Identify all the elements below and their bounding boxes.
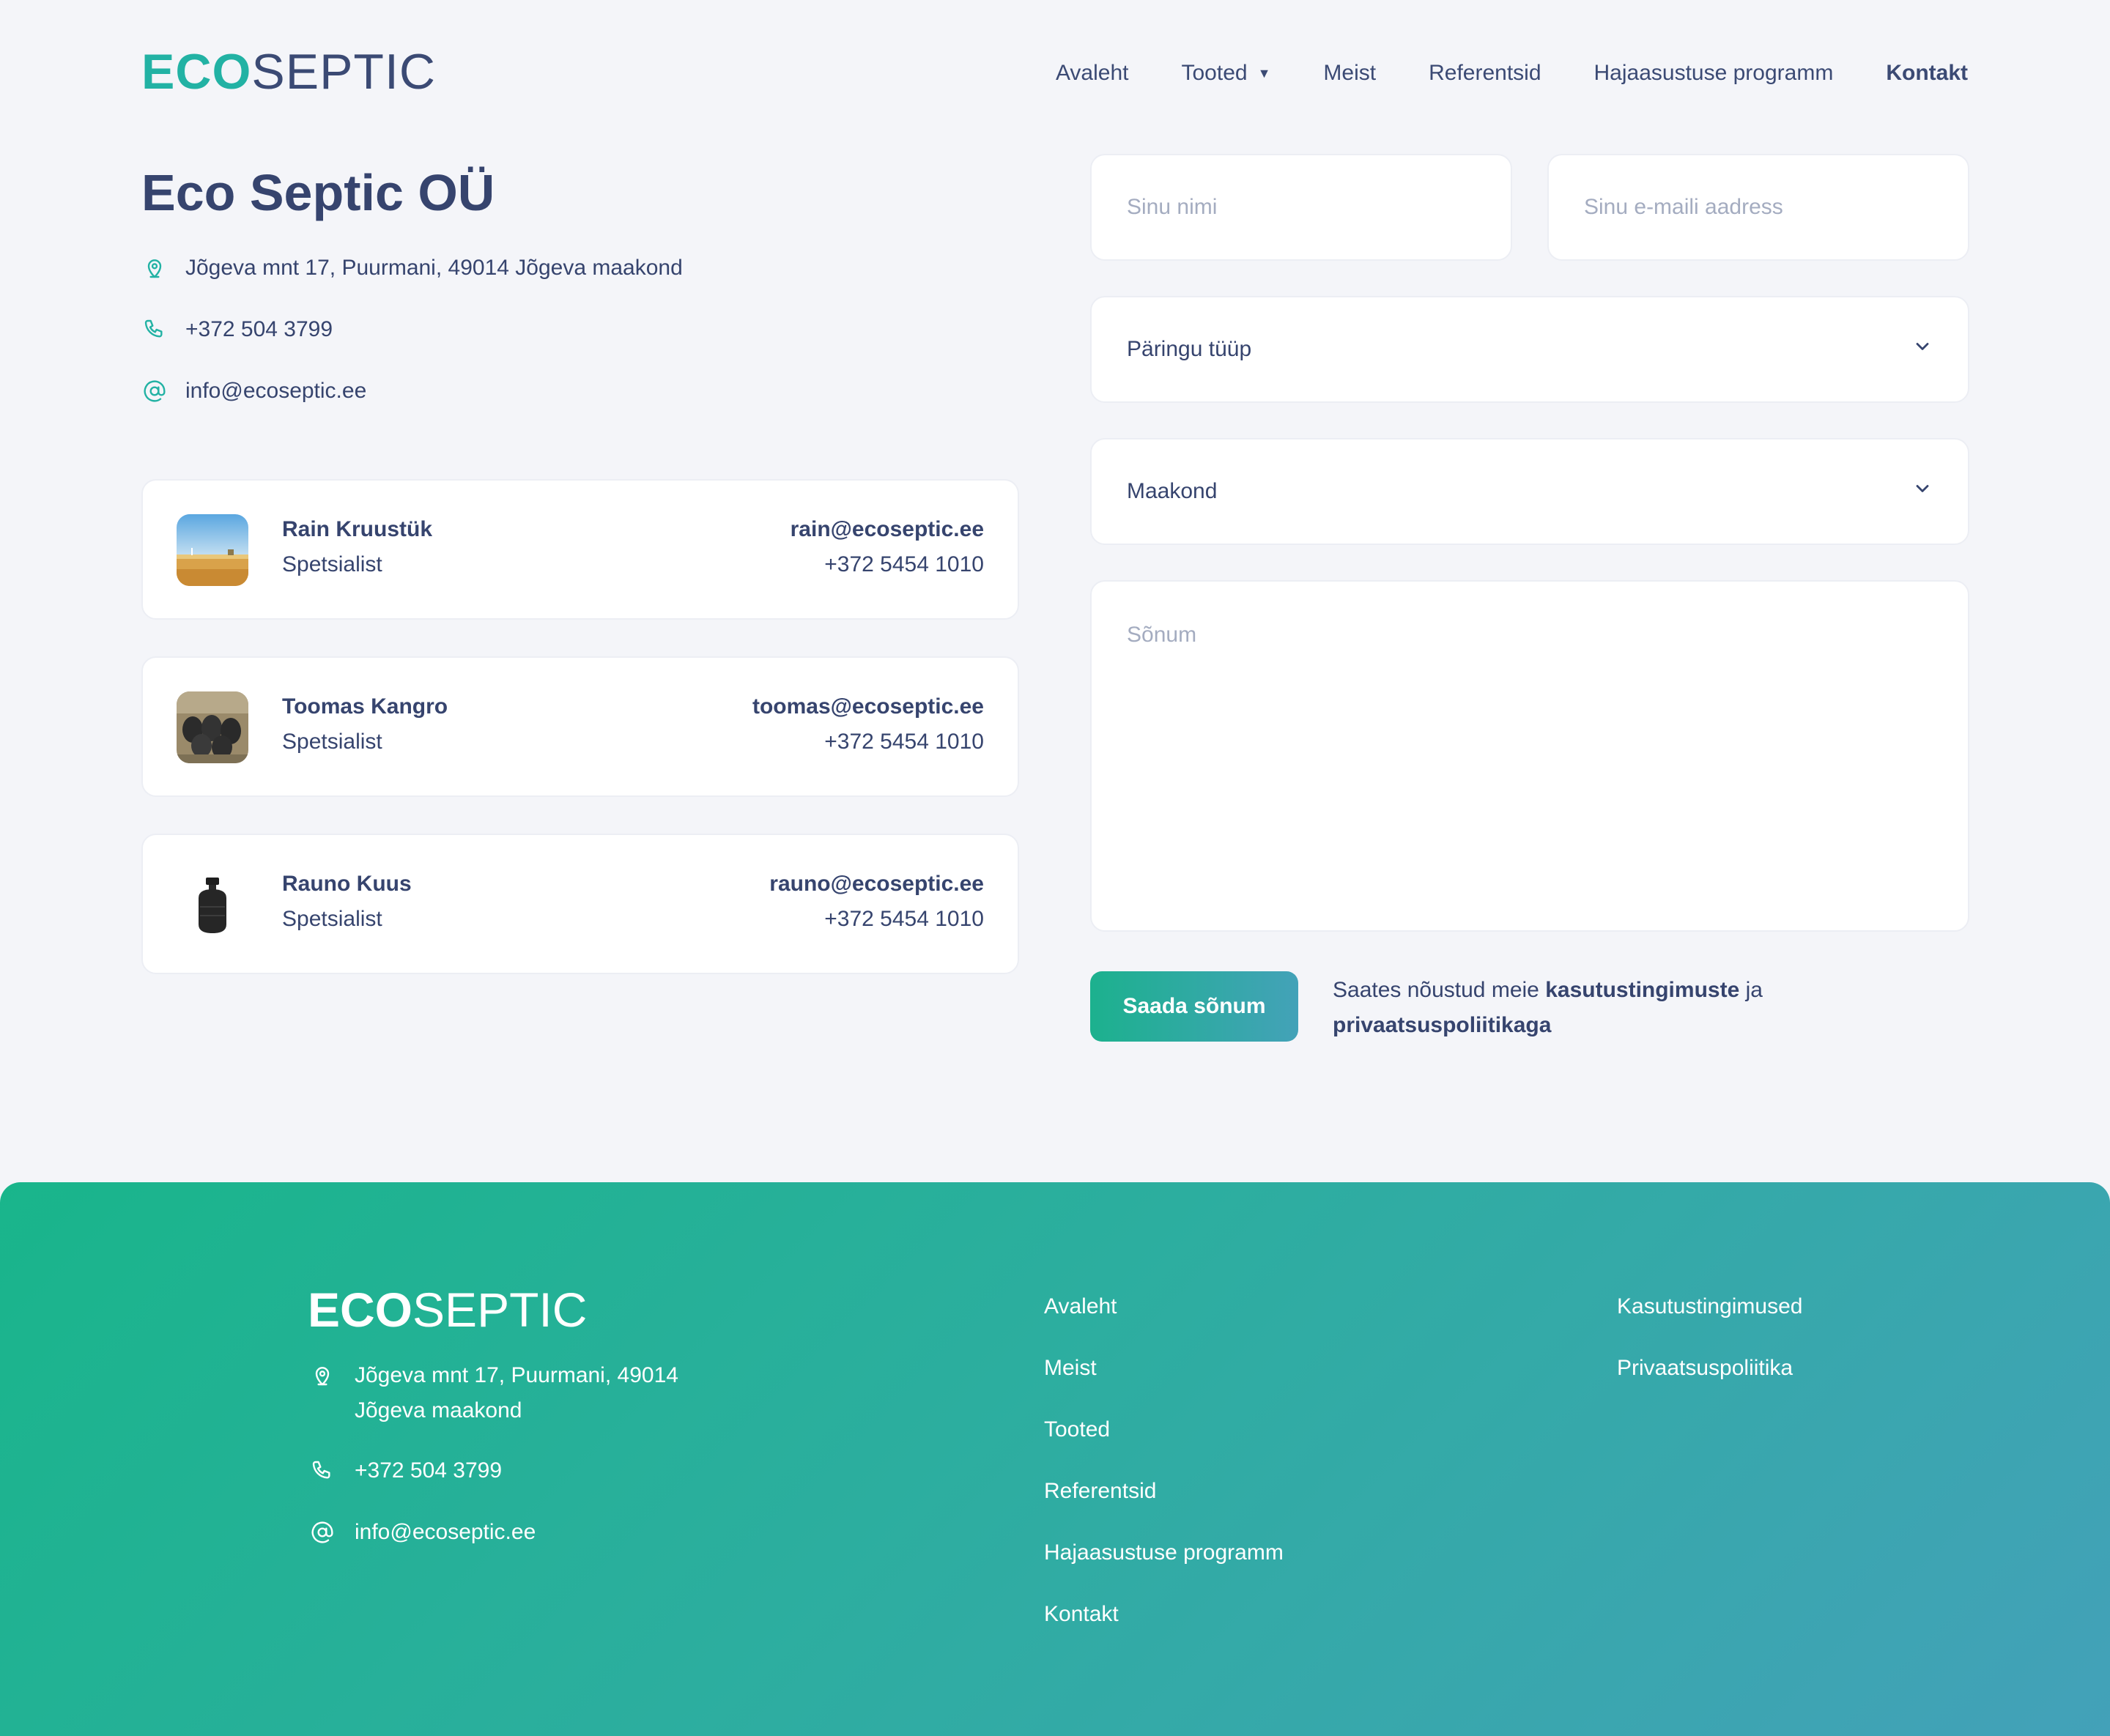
contact-photo-field [177,514,248,586]
footer-link-privaatsuspoliitika[interactable]: Privaatsuspoliitika [1617,1354,1793,1383]
query-type-value: Päringu tüüp [1127,337,1252,361]
nav-item-tooted-label: Tooted [1181,61,1248,85]
contact-phone-link[interactable]: +372 5454 1010 [824,552,984,577]
footer-link-meist[interactable]: Meist [1044,1354,1097,1383]
company-phone-link[interactable]: +372 504 3799 [185,317,333,342]
terms-link-label: kasutustingimuste [1545,978,1740,1002]
contact-card: Rauno Kuus Spetsialist rauno@ecoseptic.e… [141,834,1019,974]
footer-logo-septic-text: SEPTIC [412,1283,588,1337]
message-textarea[interactable] [1092,582,1968,930]
name-input[interactable] [1092,155,1511,259]
contact-role: Spetsialist [282,730,382,754]
contact-phone-link[interactable]: +372 5454 1010 [824,730,984,754]
contact-name: Rauno Kuus [282,872,412,896]
send-message-button[interactable]: Saada sõnum [1090,971,1298,1042]
county-select[interactable]: Maakond [1090,438,1969,545]
footer-logo[interactable]: ECOSEPTIC [308,1280,587,1339]
consent-text: Saates nõustud meie kasutustingimuste ja… [1333,973,1846,1043]
footer-email-link[interactable]: info@ecoseptic.ee [355,1515,536,1550]
nav-item-referentsid[interactable]: Referentsid [1429,57,1541,89]
phone-icon [309,1453,336,1488]
site-logo[interactable]: ECOSEPTIC [141,42,436,101]
contact-photo-tanks [177,691,248,763]
county-value: Maakond [1127,479,1218,503]
nav-item-hajaasustuse-programm[interactable]: Hajaasustuse programm [1594,57,1834,89]
company-email-row: info@ecoseptic.ee [141,378,366,404]
footer-phone-row: +372 504 3799 [309,1453,502,1488]
company-title: Eco Septic OÜ [141,164,495,221]
footer-link-tooted[interactable]: Tooted [1044,1415,1110,1444]
at-sign-icon [141,378,168,404]
contact-email-link[interactable]: toomas@ecoseptic.ee [752,694,984,719]
site-footer: ECOSEPTIC Jõgeva mnt 17, Puurmani, 49014… [0,1182,2110,1736]
contact-email-link[interactable]: rauno@ecoseptic.ee [769,872,984,897]
contact-name: Rain Kruustük [282,517,433,541]
query-type-select[interactable]: Päringu tüüp [1090,296,1969,403]
footer-phone-link[interactable]: +372 504 3799 [355,1453,502,1488]
at-sign-icon [309,1515,336,1550]
privacy-link[interactable]: privaatsuspoliitikaga [1333,1013,1551,1037]
company-email-link[interactable]: info@ecoseptic.ee [185,379,366,404]
footer-link-referentsid[interactable]: Referentsid [1044,1477,1156,1506]
logo-septic-text: SEPTIC [251,44,436,100]
consent-prefix: Saates nõustud meie [1333,978,1539,1002]
chevron-down-icon [1912,336,1933,363]
name-field-wrapper [1090,154,1512,261]
nav-item-meist[interactable]: Meist [1323,57,1376,89]
contact-email-link[interactable]: rain@ecoseptic.ee [791,517,984,542]
contact-card: Rain Kruustük Spetsialist rain@ecoseptic… [141,479,1019,620]
main-nav: Avaleht Tooted ▼ Meist Referentsid Hajaa… [1003,57,1968,89]
message-field-wrapper [1090,580,1969,932]
contact-name: Toomas Kangro [282,694,448,719]
company-address: Jõgeva mnt 17, Puurmani, 49014 Jõgeva ma… [185,256,683,280]
privacy-link-label: privaatsuspoliitikaga [1333,1013,1552,1037]
nav-item-avaleht[interactable]: Avaleht [1056,57,1129,89]
contact-phone-link[interactable]: +372 5454 1010 [824,907,984,932]
footer-email-row: info@ecoseptic.ee [309,1515,536,1550]
footer-link-avaleht[interactable]: Avaleht [1044,1292,1117,1321]
footer-address-line2: Jõgeva maakond [355,1398,522,1422]
footer-address-line1: Jõgeva mnt 17, Puurmani, 49014 [355,1363,678,1387]
contact-photo-tank [177,869,248,941]
consent-and: ja [1745,978,1763,1002]
location-pin-icon [141,255,168,281]
location-pin-icon [309,1358,336,1393]
email-input[interactable] [1549,155,1968,259]
logo-eco-text: ECO [141,44,252,100]
footer-logo-eco-text: ECO [308,1283,413,1337]
company-address-row: Jõgeva mnt 17, Puurmani, 49014 Jõgeva ma… [141,255,683,281]
company-phone-row: +372 504 3799 [141,316,333,343]
terms-link[interactable]: kasutustingimuste [1545,978,1739,1002]
contact-card: Toomas Kangro Spetsialist toomas@ecosept… [141,656,1019,797]
nav-item-tooted[interactable]: Tooted ▼ [1182,57,1271,89]
footer-address-row: Jõgeva mnt 17, Puurmani, 49014 Jõgeva ma… [309,1358,678,1428]
phone-icon [141,316,168,343]
email-field-wrapper [1547,154,1969,261]
nav-item-kontakt[interactable]: Kontakt [1886,57,1968,89]
footer-link-kasutustingimused[interactable]: Kasutustingimused [1617,1292,1802,1321]
caret-down-icon: ▼ [1257,66,1271,81]
contact-role: Spetsialist [282,907,382,931]
site-header: ECOSEPTIC Avaleht Tooted ▼ Meist Referen… [0,0,2110,146]
chevron-down-icon [1912,478,1933,505]
footer-link-hajaasustuse-programm[interactable]: Hajaasustuse programm [1044,1538,1284,1568]
contact-role: Spetsialist [282,552,382,576]
footer-link-kontakt[interactable]: Kontakt [1044,1600,1119,1629]
